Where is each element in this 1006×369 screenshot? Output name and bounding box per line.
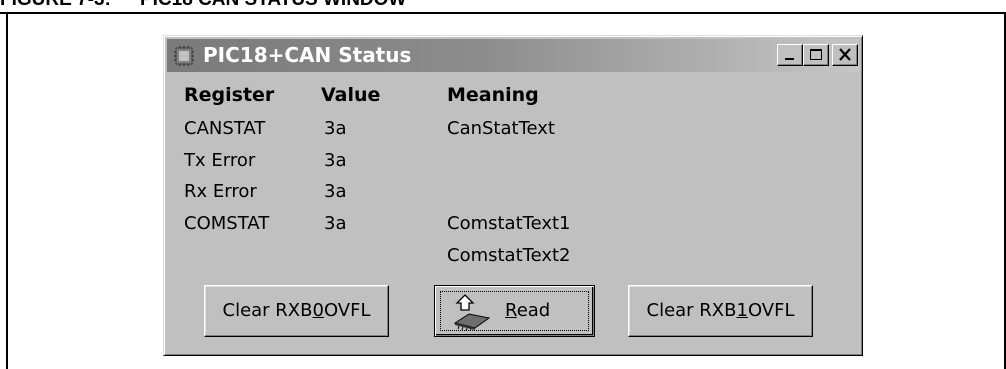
register-rx-error: Rx Error: [184, 181, 257, 202]
value-comstat: 3a: [324, 213, 347, 234]
title-bar[interactable]: PIC18+CAN Status: [167, 39, 859, 72]
meaning-comstat-2: ComstatText2: [447, 245, 571, 266]
header-meaning: Meaning: [447, 84, 539, 106]
maximize-button[interactable]: [803, 44, 829, 66]
clear-rxb0-label-post: OVFL: [323, 300, 371, 321]
read-label: Read: [505, 286, 550, 336]
clear-rxb0-ovfl-button[interactable]: Clear RXB0OVFL: [204, 285, 389, 337]
figure-frame-left: [6, 12, 8, 369]
can-status-window: PIC18+CAN Status Register Value Meaning …: [163, 35, 863, 356]
close-button[interactable]: [832, 44, 858, 66]
register-canstat: CANSTAT: [184, 118, 266, 139]
minimize-icon: [785, 58, 794, 60]
clear-rxb1-ovfl-button[interactable]: Clear RXB1OVFL: [628, 285, 813, 337]
read-accel: R: [505, 300, 517, 321]
close-icon: [839, 48, 851, 61]
meaning-canstat: CanStatText: [447, 118, 555, 139]
maximize-icon: [810, 49, 822, 60]
read-chip-icon: [453, 294, 491, 331]
value-rx-error: 3a: [324, 181, 347, 202]
read-button[interactable]: Read: [434, 285, 595, 337]
clear-rxb0-label-pre: Clear RXB: [222, 300, 313, 321]
figure-caption: FIGURE 7-3: PIC18 CAN STATUS WINDOW: [0, 0, 700, 11]
register-comstat: COMSTAT: [184, 213, 270, 234]
clear-rxb1-accel: 1: [736, 300, 748, 321]
figure-label: FIGURE 7-3:: [0, 0, 111, 10]
value-canstat: 3a: [324, 118, 347, 139]
app-icon: [174, 46, 194, 66]
figure-frame-top: [0, 12, 1006, 14]
value-tx-error: 3a: [324, 150, 347, 171]
minimize-button[interactable]: [777, 44, 803, 66]
meaning-comstat-1: ComstatText1: [447, 213, 571, 234]
read-label-post: ead: [516, 300, 551, 321]
clear-rxb1-label-pre: Clear RXB: [646, 300, 737, 321]
clear-rxb1-label-post: OVFL: [747, 300, 795, 321]
header-value: Value: [321, 84, 381, 106]
figure-title: PIC18 CAN STATUS WINDOW: [140, 0, 406, 11]
header-register: Register: [184, 84, 275, 106]
clear-rxb0-accel: 0: [312, 300, 324, 321]
window-title: PIC18+CAN Status: [203, 43, 412, 67]
register-tx-error: Tx Error: [184, 150, 256, 171]
